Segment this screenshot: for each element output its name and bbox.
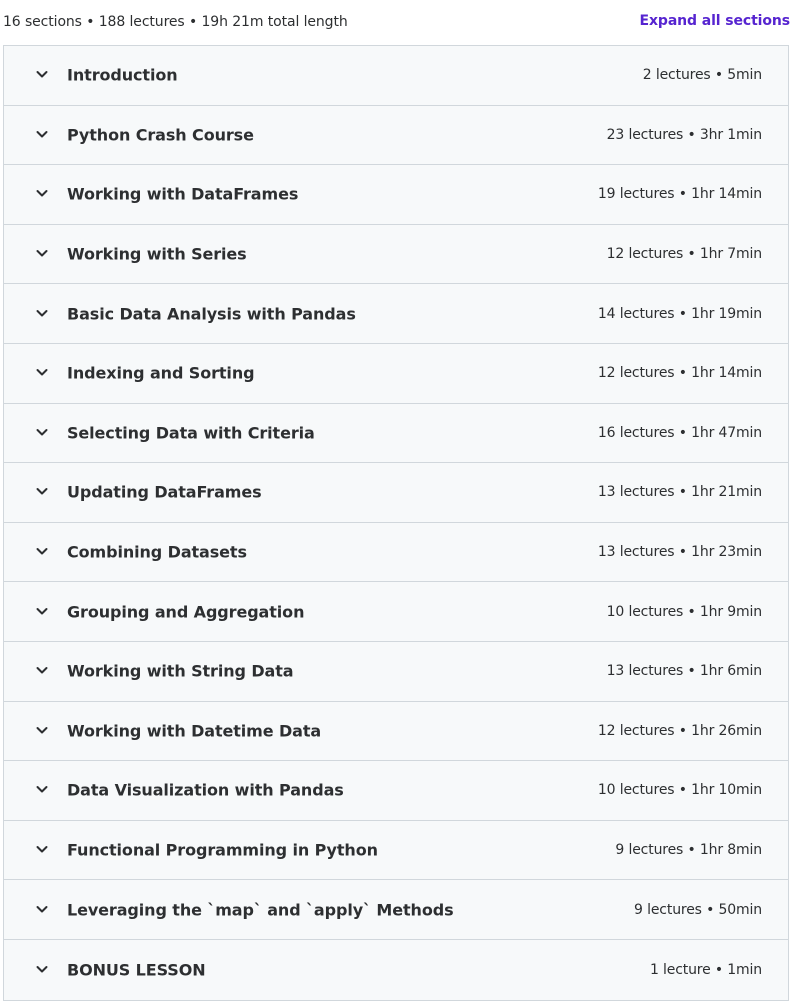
curriculum-sections-list: Introduction 2 lectures • 5min Python Cras… [3, 45, 789, 1001]
chevron-down-icon-glyph [36, 667, 48, 674]
curriculum-section[interactable]: Basic Data Analysis with Pandas 14 lectur… [4, 284, 788, 344]
chevron-down-icon-glyph [36, 726, 48, 734]
chevron-down-icon [35, 902, 49, 916]
section-lecture-count: 12 lectures • 1hr 14min [597, 365, 762, 382]
chevron-down-icon-glyph [36, 71, 48, 78]
curriculum-section[interactable]: Introduction 2 lectures • 5min [4, 46, 788, 106]
curriculum-section[interactable]: Indexing and Sorting 12 lectures • 1hr 14… [4, 343, 788, 404]
chevron-down-icon-glyph [36, 607, 48, 615]
chevron-down-icon-glyph [36, 548, 48, 555]
chevron-down-icon-glyph [36, 309, 48, 317]
curriculum-section[interactable]: Data Visualization with Pandas 10 lecture… [4, 761, 788, 821]
curriculum-section[interactable]: Leveraging the `map` and `apply` Methods… [4, 880, 788, 940]
section-lecture-count: 9 lectures • 1hr 8min [615, 842, 762, 859]
chevron-down-icon [35, 186, 49, 200]
chevron-down-icon-glyph [36, 965, 48, 973]
section-title: Introduction [67, 65, 178, 85]
curriculum-section[interactable]: Selecting Data with Criteria 16 lectures … [4, 403, 788, 464]
curriculum-section[interactable]: Updating DataFrames 13 lectures • 1hr 21m… [4, 463, 788, 523]
chevron-down-icon [35, 544, 49, 558]
chevron-down-icon [35, 306, 49, 320]
chevron-down-icon-glyph [36, 786, 48, 793]
section-title: Python Crash Course [67, 125, 254, 145]
section-title: Working with Datetime Data [67, 721, 322, 741]
curriculum-section[interactable]: Working with DataFrames 19 lectures • 1hr… [4, 165, 788, 225]
chevron-down-icon [35, 246, 49, 260]
section-title: Grouping and Aggregation [67, 602, 305, 622]
section-lecture-count: 19 lectures • 1hr 14min [597, 186, 762, 203]
section-title: Working with String Data [67, 661, 294, 681]
section-title: Leveraging the `map` and `apply` Methods [67, 900, 454, 920]
curriculum-summary: 16 sections • 188 lectures • 19h 21m tot… [3, 14, 348, 30]
section-lecture-count: 13 lectures • 1hr 23min [597, 544, 762, 561]
section-lecture-count: 10 lectures • 1hr 10min [597, 782, 762, 799]
chevron-down-icon-glyph [36, 130, 48, 138]
section-lecture-count: 1 lecture • 1min [649, 961, 762, 978]
curriculum-section[interactable]: Python Crash Course 23 lectures • 3hr 1mi… [4, 105, 788, 166]
section-lecture-count: 10 lectures • 1hr 9min [606, 603, 762, 620]
section-title: Functional Programming in Python [67, 840, 378, 860]
section-title: Updating DataFrames [67, 482, 262, 502]
curriculum-section[interactable]: BONUS LESSON 1 lecture • 1min [4, 939, 788, 1000]
curriculum-section[interactable]: Working with Datetime Data 12 lectures • … [4, 701, 788, 762]
section-title: BONUS LESSON [67, 960, 206, 980]
section-title: Selecting Data with Criteria [67, 423, 315, 443]
section-title: Indexing and Sorting [67, 363, 255, 383]
chevron-down-icon [35, 604, 49, 618]
chevron-down-icon-glyph [36, 369, 48, 376]
section-lecture-count: 12 lectures • 1hr 26min [597, 722, 762, 739]
chevron-down-icon [35, 663, 49, 677]
chevron-down-icon [35, 127, 49, 141]
chevron-down-icon-glyph [36, 190, 48, 197]
section-title: Working with DataFrames [67, 184, 299, 204]
section-lecture-count: 16 lectures • 1hr 47min [597, 424, 762, 441]
section-lecture-count: 12 lectures • 1hr 7min [606, 246, 762, 263]
chevron-down-icon [35, 723, 49, 737]
curriculum-summary-bar: 16 sections • 188 lectures • 19h 21m tot… [0, 0, 792, 46]
chevron-down-icon-glyph [36, 846, 48, 853]
section-title: Data Visualization with Pandas [67, 780, 344, 800]
chevron-down-icon [35, 365, 49, 379]
curriculum-section[interactable]: Functional Programming in Python 9 lectur… [4, 820, 788, 881]
curriculum-section[interactable]: Working with String Data 13 lectures • 1h… [4, 641, 788, 702]
section-lecture-count: 13 lectures • 1hr 21min [597, 484, 762, 501]
section-lecture-count: 9 lectures • 50min [634, 901, 762, 918]
chevron-down-icon-glyph [36, 905, 48, 913]
chevron-down-icon [35, 484, 49, 498]
chevron-down-icon [35, 962, 49, 976]
chevron-down-icon-glyph [36, 250, 48, 257]
section-lecture-count: 2 lectures • 5min [642, 67, 762, 84]
chevron-down-icon [35, 782, 49, 796]
section-title: Combining Datasets [67, 542, 247, 562]
chevron-down-icon-glyph [36, 488, 48, 495]
curriculum-section[interactable]: Grouping and Aggregation 10 lectures • 1h… [4, 582, 788, 642]
curriculum-section[interactable]: Combining Datasets 13 lectures • 1hr 23mi… [4, 522, 788, 583]
chevron-down-icon [35, 67, 49, 81]
chevron-down-icon [35, 425, 49, 439]
section-lecture-count: 14 lectures • 1hr 19min [597, 305, 762, 322]
section-lecture-count: 13 lectures • 1hr 6min [606, 663, 762, 680]
section-title: Working with Series [67, 244, 247, 264]
curriculum-section[interactable]: Working with Series 12 lectures • 1hr 7mi… [4, 224, 788, 285]
expand-all-sections-button[interactable]: Expand all sections [640, 13, 791, 29]
chevron-down-icon [35, 842, 49, 856]
chevron-down-icon-glyph [36, 428, 48, 436]
section-lecture-count: 23 lectures • 3hr 1min [606, 126, 762, 143]
section-title: Basic Data Analysis with Pandas [67, 304, 356, 324]
